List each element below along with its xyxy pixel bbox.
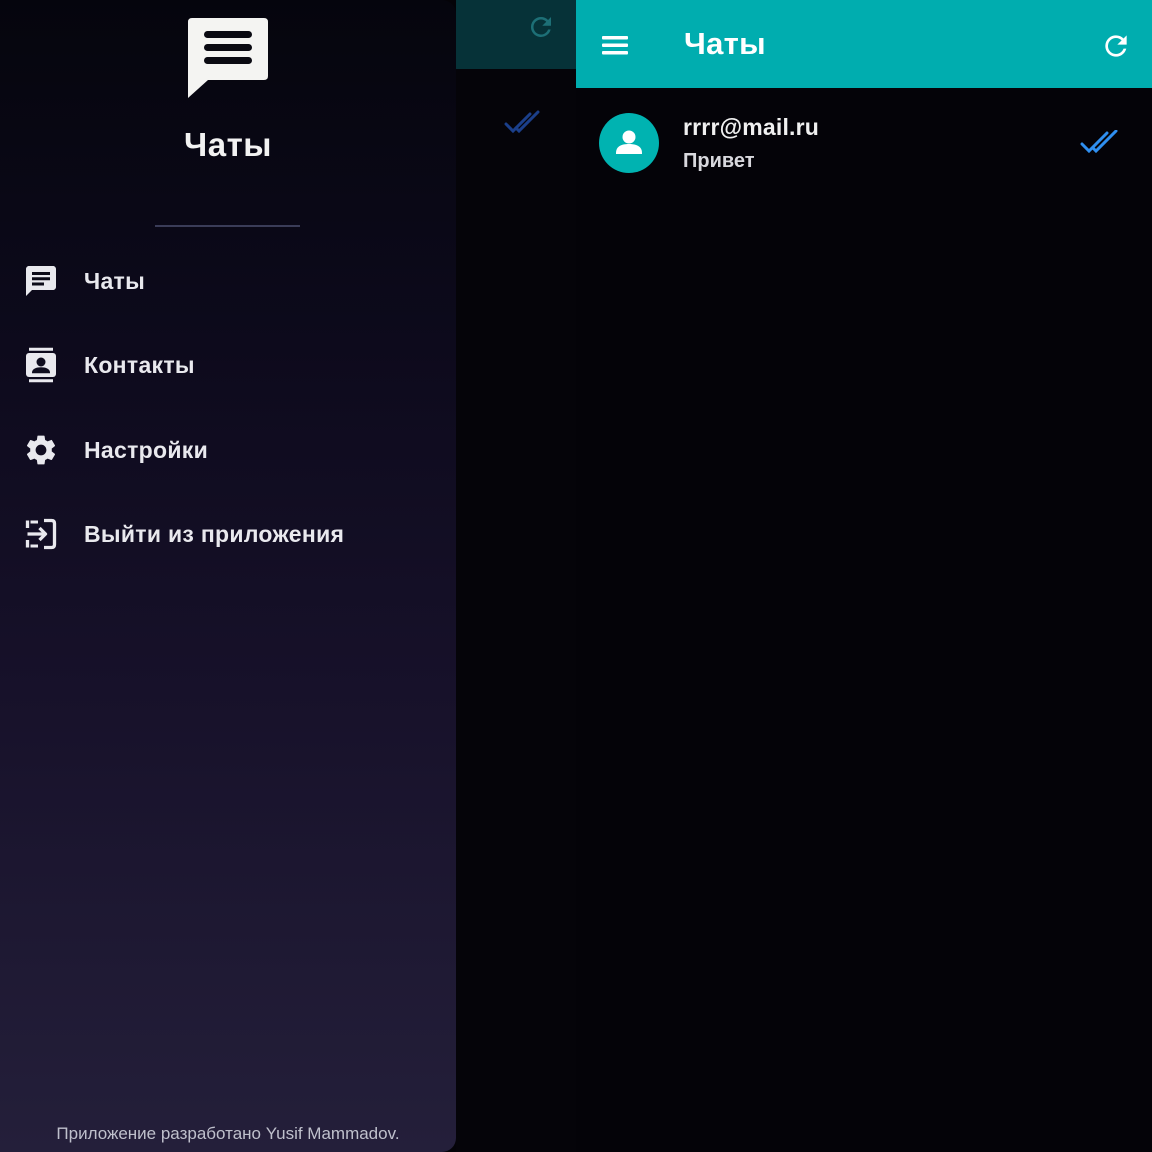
exit-icon xyxy=(23,516,59,552)
chat-contact-name: rrrr@mail.ru xyxy=(683,114,820,140)
chat-last-message: Привет xyxy=(683,150,755,172)
drawer-item-label: Контакты xyxy=(84,351,195,378)
double-check-icon xyxy=(504,110,540,134)
page-title: Чаты xyxy=(684,26,766,61)
drawer-item-chats[interactable]: Чаты xyxy=(0,249,456,313)
app-bar: Чаты xyxy=(576,0,1152,88)
person-icon xyxy=(616,130,642,154)
drawer-item-label: Чаты xyxy=(84,267,146,294)
hamburger-menu-icon[interactable] xyxy=(598,30,636,60)
drawer-item-label: Выйти из приложения xyxy=(84,520,345,547)
background-appbar xyxy=(456,0,576,69)
refresh-icon xyxy=(530,16,551,37)
chat-bubble-menu-icon xyxy=(188,18,268,98)
drawer-item-contacts[interactable]: Контакты xyxy=(0,333,456,397)
drawer-title: Чаты xyxy=(184,126,272,163)
chat-list-item[interactable]: rrrr@mail.ru Привет xyxy=(576,100,1152,190)
app-screen: Чаты rrrr@mail.ru Привет Чаты Чаты Конта… xyxy=(0,0,1152,1152)
gear-icon xyxy=(23,432,59,468)
contacts-icon xyxy=(23,347,59,383)
drawer-item-exit[interactable]: Выйти из приложения xyxy=(0,502,456,566)
divider xyxy=(155,225,300,227)
refresh-icon[interactable] xyxy=(1100,30,1132,62)
background-screen xyxy=(456,0,576,1152)
drawer-item-settings[interactable]: Настройки xyxy=(0,418,456,482)
double-check-icon xyxy=(1080,130,1118,154)
chat-icon xyxy=(23,263,59,299)
drawer-item-label: Настройки xyxy=(84,436,209,463)
chat-list-screen: Чаты rrrr@mail.ru Привет xyxy=(576,0,1152,1152)
avatar xyxy=(599,113,659,173)
navigation-drawer: Чаты Чаты Контакты Настройки Выйти из пр… xyxy=(0,0,456,1152)
developer-credit: Приложение разработано Yusif Mammadov. xyxy=(56,1124,400,1143)
